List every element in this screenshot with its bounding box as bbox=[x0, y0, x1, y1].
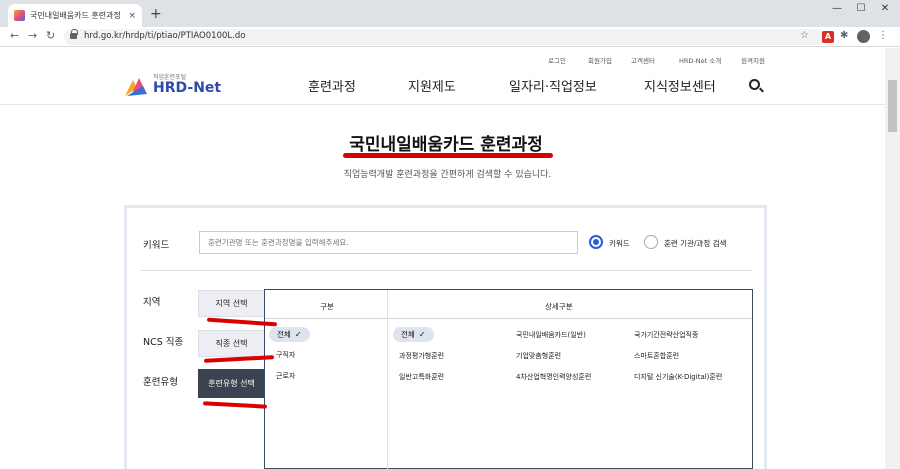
browser-toolbar: ← → ↻ hrd.go.kr/hrdp/ti/ptiao/PTIAO0100L… bbox=[0, 27, 900, 47]
back-button[interactable]: ← bbox=[10, 29, 19, 42]
ncs-select-button[interactable]: 직종 선택 bbox=[198, 330, 265, 357]
category-worker[interactable]: 근로자 bbox=[276, 371, 295, 381]
browser-menu-icon[interactable]: ⋮ bbox=[878, 30, 888, 41]
gnb-job-info[interactable]: 일자리·직업정보 bbox=[509, 76, 597, 95]
header-divider bbox=[0, 104, 885, 105]
page-title: 국민내일배움카드 훈련과정 bbox=[349, 135, 543, 155]
keyword-label: 키워드 bbox=[143, 240, 170, 251]
util-link-about[interactable]: HRD-Net 소개 bbox=[679, 55, 721, 65]
detail-chip-all[interactable]: 전체 ✓ bbox=[393, 327, 434, 342]
search-icon[interactable] bbox=[749, 79, 760, 90]
region-label: 지역 bbox=[143, 297, 161, 308]
close-window-button[interactable]: ✕ bbox=[874, 3, 896, 14]
radio-org-course[interactable] bbox=[644, 235, 658, 249]
red-highlight-underline bbox=[343, 153, 553, 158]
panel-header-divider bbox=[265, 318, 752, 319]
detail-item[interactable]: 디지털 신기술(K-Digital)훈련 bbox=[634, 372, 722, 382]
util-link-login[interactable]: 로그인 bbox=[548, 55, 566, 65]
util-link-remote-support[interactable]: 원격지원 bbox=[741, 55, 765, 65]
chip-label: 전체 bbox=[401, 330, 415, 339]
tab-close-icon[interactable]: × bbox=[128, 11, 136, 21]
gnb-support-system[interactable]: 지원제도 bbox=[408, 76, 456, 95]
detail-item[interactable]: 일반고특화훈련 bbox=[399, 372, 444, 382]
region-select-button[interactable]: 지역 선택 bbox=[198, 290, 265, 317]
bookmark-star-icon[interactable]: ☆ bbox=[800, 30, 809, 41]
profile-avatar[interactable] bbox=[857, 30, 870, 43]
ncs-label: NCS 직종 bbox=[143, 337, 184, 348]
col-header-detail: 상세구분 bbox=[545, 302, 573, 311]
gnb-training-courses[interactable]: 훈련과정 bbox=[308, 76, 356, 95]
detail-item[interactable]: 스마트혼합훈련 bbox=[634, 351, 679, 361]
tab-title: 국민내일배움카드 훈련과정 | HR bbox=[30, 11, 124, 20]
detail-item[interactable]: 과정평가형훈련 bbox=[399, 351, 444, 361]
radio-keyword[interactable] bbox=[589, 235, 603, 249]
gnb-knowledge-center[interactable]: 지식정보센터 bbox=[644, 76, 716, 95]
form-divider bbox=[140, 270, 752, 271]
lock-icon bbox=[70, 29, 78, 40]
panel-column-divider bbox=[387, 290, 388, 469]
site-favicon-icon bbox=[14, 10, 25, 21]
minimize-button[interactable]: — bbox=[826, 3, 848, 14]
browser-tab[interactable]: 국민내일배움카드 훈련과정 | HR × bbox=[8, 4, 142, 27]
reload-button[interactable]: ↻ bbox=[46, 29, 55, 42]
category-chip-all[interactable]: 전체 ✓ bbox=[269, 327, 310, 342]
chip-label: 전체 bbox=[277, 330, 291, 339]
keyword-input[interactable] bbox=[199, 231, 578, 254]
radio-org-course-label[interactable]: 훈련 기관/과정 검색 bbox=[664, 238, 727, 249]
col-header-category: 구분 bbox=[320, 302, 334, 311]
new-tab-button[interactable]: + bbox=[150, 6, 162, 22]
radio-keyword-label[interactable]: 키워드 bbox=[609, 238, 630, 249]
detail-item[interactable]: 4차산업혁명인력양성훈련 bbox=[516, 372, 591, 382]
forward-button[interactable]: → bbox=[28, 29, 37, 42]
logo-text: HRD-Net bbox=[153, 80, 222, 96]
pdf-extension-icon[interactable]: A bbox=[822, 31, 834, 43]
extensions-puzzle-icon[interactable]: ✱ bbox=[840, 30, 848, 41]
detail-item[interactable]: 기업맞춤형훈련 bbox=[516, 351, 561, 361]
training-type-select-button[interactable]: 훈련유형 선택 bbox=[198, 369, 265, 398]
page-subtitle: 직업능력개발 훈련과정을 간편하게 검색할 수 있습니다. bbox=[343, 170, 552, 180]
browser-tab-bar: 국민내일배움카드 훈련과정 | HR × + — ☐ ✕ bbox=[0, 0, 900, 27]
check-icon: ✓ bbox=[294, 330, 302, 339]
category-job-seeker[interactable]: 구직자 bbox=[276, 350, 295, 360]
util-link-customer-center[interactable]: 고객센터 bbox=[631, 55, 655, 65]
scrollbar-thumb[interactable] bbox=[888, 80, 897, 132]
training-type-label: 훈련유형 bbox=[143, 377, 178, 388]
maximize-button[interactable]: ☐ bbox=[850, 3, 872, 14]
hrd-logo-mark-icon bbox=[125, 78, 147, 96]
address-bar[interactable]: hrd.go.kr/hrdp/ti/ptiao/PTIAO0100L.do bbox=[64, 29, 824, 45]
detail-item[interactable]: 국민내일배움카드(일반) bbox=[516, 330, 586, 340]
check-icon: ✓ bbox=[418, 330, 426, 339]
util-link-join[interactable]: 회원가입 bbox=[588, 55, 612, 65]
detail-item[interactable]: 국가기간전략산업직종 bbox=[634, 330, 698, 340]
url-text: hrd.go.kr/hrdp/ti/ptiao/PTIAO0100L.do bbox=[84, 31, 246, 41]
